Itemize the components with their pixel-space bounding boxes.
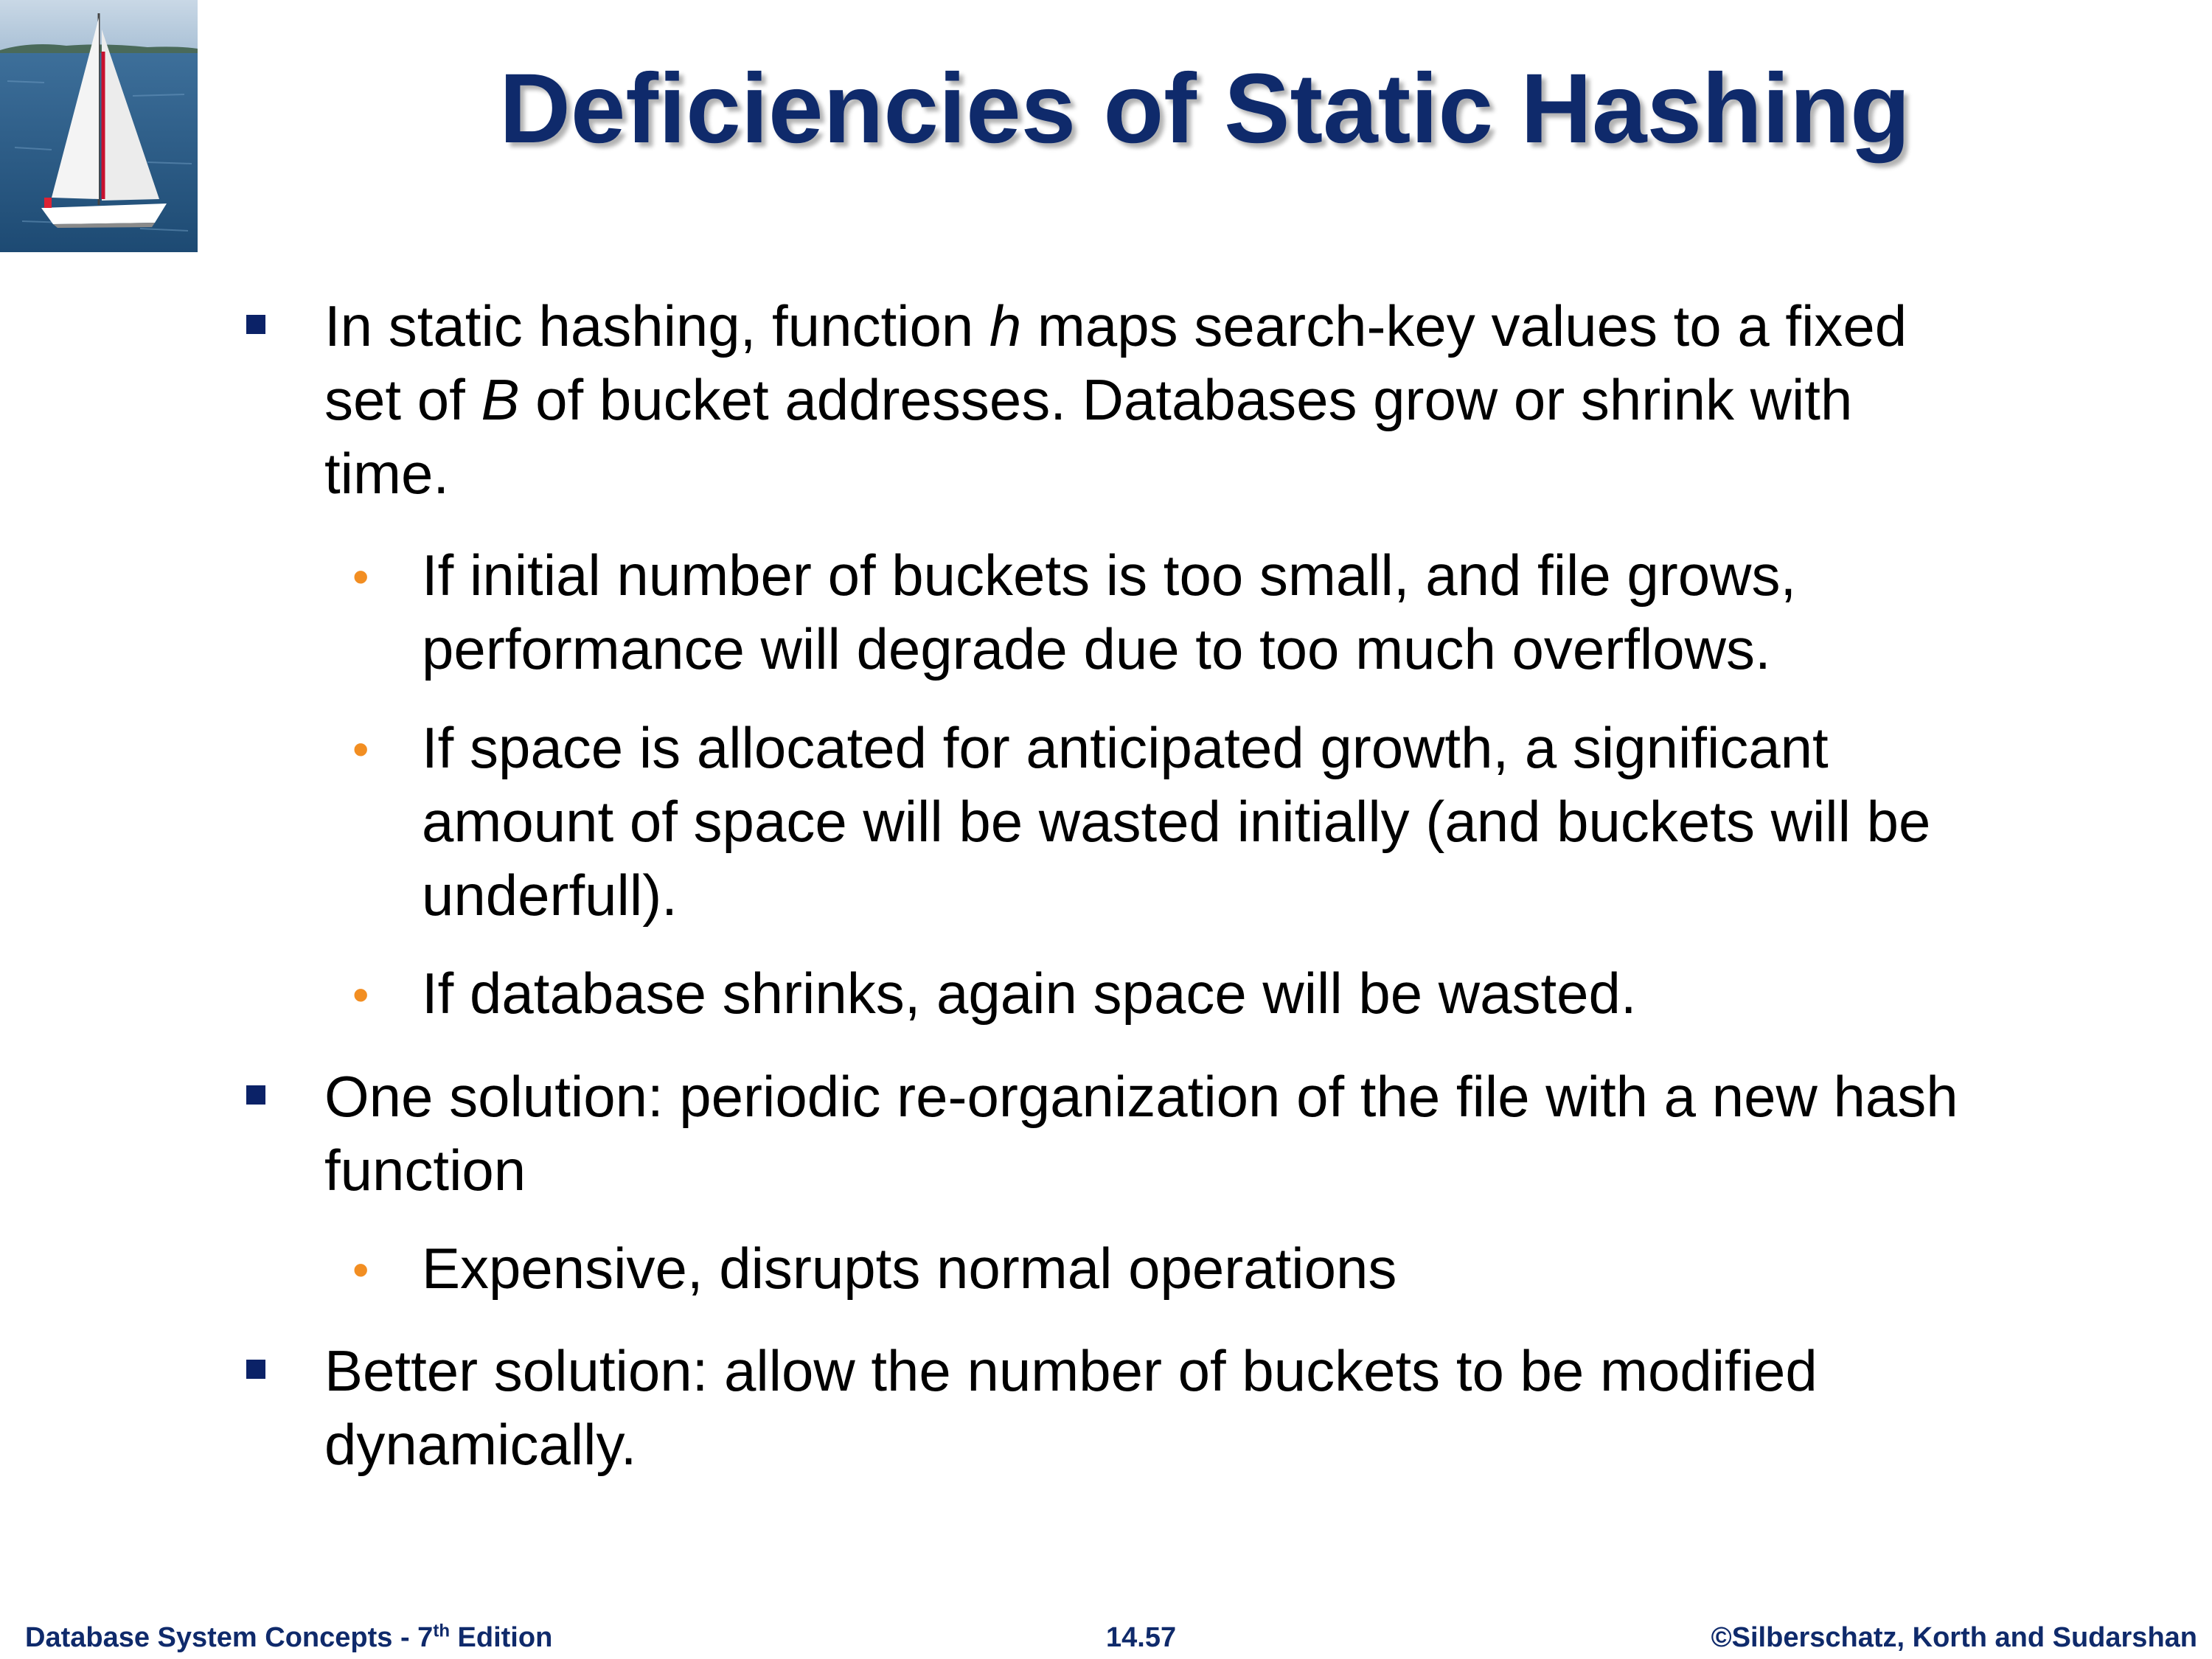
round-bullet-icon: • — [352, 968, 369, 1021]
text-line: One solution: periodic re-organization o… — [324, 1064, 1958, 1129]
footer-text: Edition — [449, 1622, 553, 1653]
footer-text: Database System Concepts - 7 — [25, 1622, 434, 1653]
sub-bullet-text: If initial number of buckets is too smal… — [422, 538, 2162, 686]
bullet-text: In static hashing, function h maps searc… — [324, 289, 2153, 510]
text-run: of bucket addresses. Databases grow or s… — [519, 367, 1853, 432]
text-line: performance will degrade due to too much… — [422, 616, 1771, 681]
text-line: underfull). — [422, 863, 678, 928]
text-run: h — [989, 293, 1022, 358]
round-bullet-icon: • — [352, 550, 369, 603]
text-line: If initial number of buckets is too smal… — [422, 543, 1797, 608]
bullet-text: One solution: periodic re-organization o… — [324, 1060, 2153, 1207]
square-bullet-icon — [246, 1085, 265, 1105]
footer-superscript: th — [433, 1621, 450, 1641]
text-line: If space is allocated for anticipated gr… — [422, 715, 1829, 780]
text-line: time. — [324, 441, 450, 506]
text-line: function — [324, 1138, 526, 1203]
text-line: Better solution: allow the number of buc… — [324, 1338, 1818, 1403]
round-bullet-icon: • — [352, 723, 369, 776]
text-line: Expensive, disrupts normal operations — [422, 1236, 1397, 1301]
text-run: maps search-key values to a fixed — [1021, 293, 1907, 358]
footer-copyright: ©Silberschatz, Korth and Sudarshan — [1711, 1622, 2197, 1653]
sailboat-photo — [0, 0, 198, 252]
sub-bullet-text: If space is allocated for anticipated gr… — [422, 711, 2162, 932]
square-bullet-icon — [246, 315, 265, 334]
text-run: In static hashing, function — [324, 293, 990, 358]
text-line: If database shrinks, again space will be… — [422, 961, 1637, 1026]
slide-title: Deficiencies of Static Hashing — [499, 54, 1910, 164]
text-line: dynamically. — [324, 1412, 637, 1477]
sub-bullet-text: Expensive, disrupts normal operations — [422, 1231, 2162, 1305]
text-line: amount of space will be wasted initially… — [422, 789, 1931, 854]
footer-slide-number: 14.57 — [1106, 1622, 1177, 1653]
bullet-text: Better solution: allow the number of buc… — [324, 1334, 2153, 1481]
square-bullet-icon — [246, 1360, 265, 1379]
text-run: set of — [324, 367, 481, 432]
footer-book-title: Database System Concepts - 7th Edition — [25, 1619, 552, 1656]
sub-bullet-text: If database shrinks, again space will be… — [422, 956, 2162, 1030]
round-bullet-icon: • — [352, 1243, 369, 1296]
text-run: B — [481, 367, 520, 432]
